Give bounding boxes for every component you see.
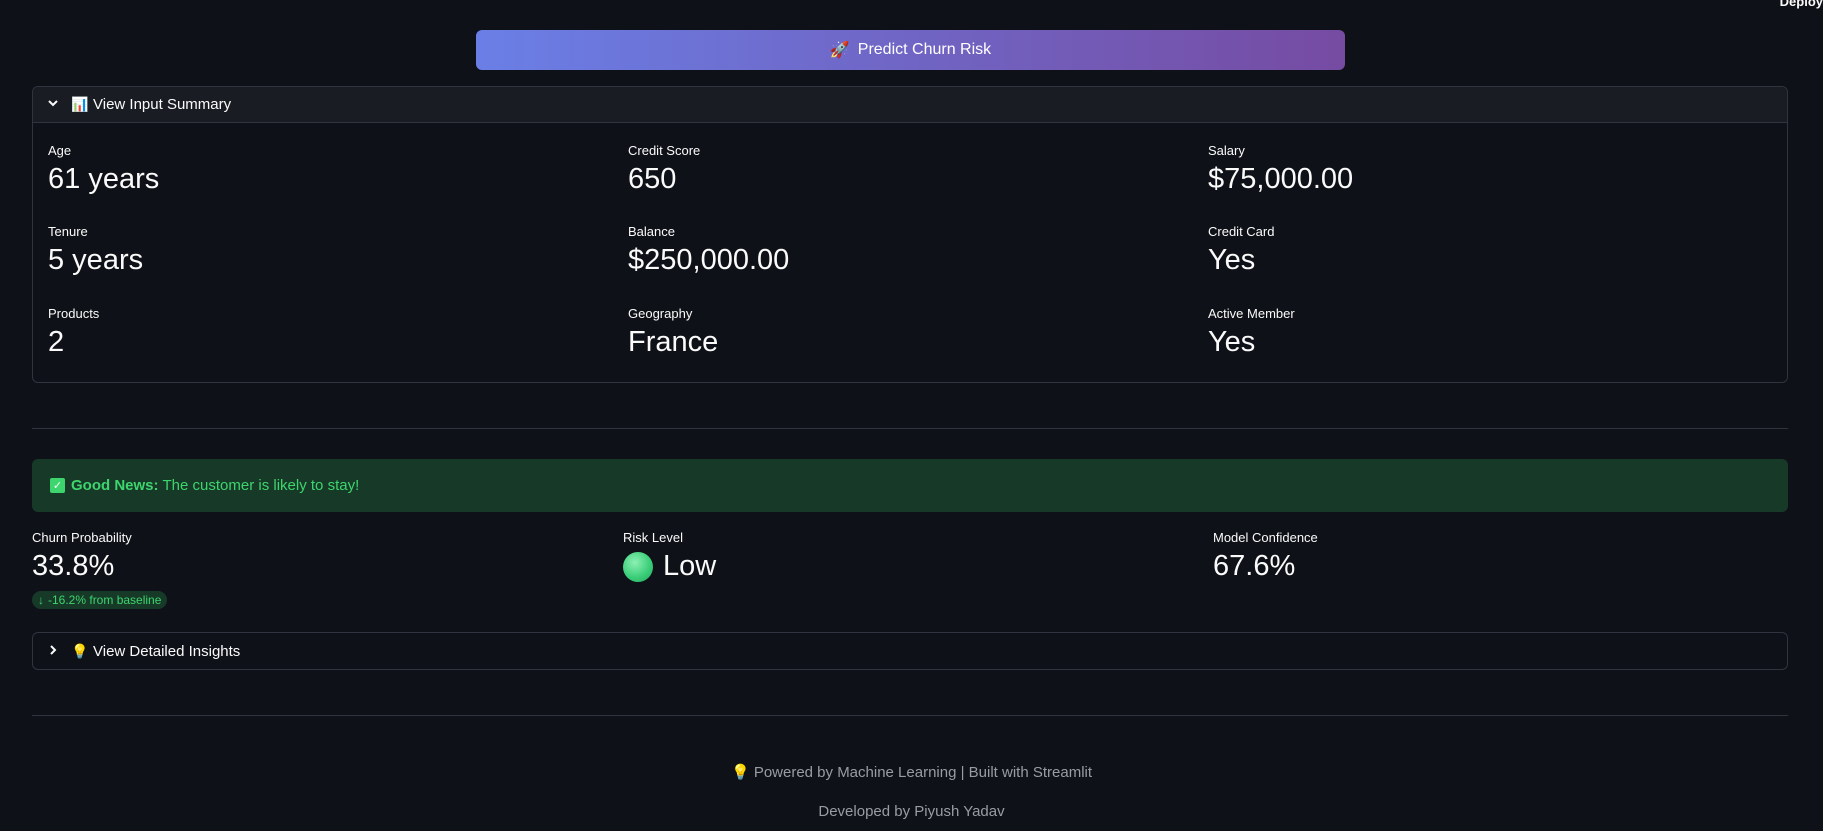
chevron-right-icon bbox=[47, 644, 71, 659]
metric-label: Churn Probability bbox=[32, 530, 132, 545]
metric-value: France bbox=[628, 326, 719, 358]
metric-label: Geography bbox=[628, 306, 693, 321]
metric-risk-level: Risk Level Low bbox=[623, 530, 716, 583]
metric-label: Risk Level bbox=[623, 530, 683, 545]
rocket-icon: 🚀 bbox=[829, 42, 850, 59]
metric-balance: Balance $250,000.00 bbox=[628, 224, 789, 277]
input-summary-header[interactable]: 📊 View Input Summary bbox=[33, 87, 1787, 123]
metric-age: Age 61 years bbox=[48, 143, 159, 196]
alert-bold: Good News: bbox=[71, 477, 159, 494]
metric-active-member: Active Member Yes bbox=[1208, 306, 1295, 359]
metric-label: Age bbox=[48, 143, 72, 158]
metric-value: 650 bbox=[628, 163, 677, 195]
chevron-down-icon bbox=[47, 97, 71, 112]
metric-model-confidence: Model Confidence 67.6% bbox=[1213, 530, 1318, 583]
footer-developer: Developed by Piyush Yadav bbox=[818, 803, 1005, 820]
app-page: Deploy 🚀 Predict Churn Risk 📊 View Input… bbox=[0, 0, 1823, 831]
predict-button-label: Predict Churn Risk bbox=[857, 41, 992, 58]
metric-salary: Salary $75,000.00 bbox=[1208, 143, 1353, 196]
risk-value: Low bbox=[663, 550, 717, 582]
metric-label: Balance bbox=[628, 224, 675, 239]
metric-label: Products bbox=[48, 306, 100, 321]
metric-geography: Geography France bbox=[628, 306, 718, 359]
metric-label: Credit Card bbox=[1208, 224, 1275, 239]
metric-value: $250,000.00 bbox=[628, 244, 790, 276]
lightbulb-icon: 💡 bbox=[730, 764, 750, 781]
divider bbox=[32, 715, 1788, 716]
alert-message: The customer is likely to stay! bbox=[162, 477, 360, 494]
metric-label: Model Confidence bbox=[1213, 530, 1318, 545]
metric-value: Low bbox=[623, 549, 716, 583]
metric-label: Credit Score bbox=[628, 143, 701, 158]
metric-value: 33.8% bbox=[32, 550, 115, 582]
lightbulb-icon: 💡 bbox=[71, 642, 89, 659]
detailed-insights-expander[interactable]: 💡 View Detailed Insights bbox=[32, 632, 1788, 670]
divider bbox=[32, 428, 1788, 429]
bar-chart-icon: 📊 bbox=[71, 96, 89, 112]
metric-value: 2 bbox=[48, 326, 65, 358]
success-alert: ✓ Good News: The customer is likely to s… bbox=[32, 459, 1788, 512]
input-summary-expander: 📊 View Input Summary Age 61 years Credit… bbox=[32, 86, 1788, 383]
metric-value: Yes bbox=[1208, 326, 1256, 358]
green-circle-icon bbox=[623, 552, 653, 583]
arrow-down-icon: ↓ bbox=[38, 593, 44, 607]
footer-powered-text: Powered by Machine Learning | Built with… bbox=[753, 764, 1093, 781]
input-summary-title: View Input Summary bbox=[93, 96, 232, 113]
metric-value: $75,000.00 bbox=[1208, 163, 1354, 195]
metric-credit-score: Credit Score 650 bbox=[628, 143, 700, 196]
metric-tenure: Tenure 5 years bbox=[48, 224, 143, 277]
deploy-button[interactable]: Deploy bbox=[1780, 0, 1823, 9]
metric-value: 61 years bbox=[48, 163, 160, 195]
detailed-insights-header[interactable]: 💡 View Detailed Insights bbox=[33, 633, 1787, 669]
metric-churn-probability: Churn Probability 33.8% ↓ -16.2% from ba… bbox=[32, 530, 168, 609]
detailed-insights-title: View Detailed Insights bbox=[93, 642, 241, 660]
delta-badge: ↓ -16.2% from baseline bbox=[32, 591, 168, 609]
metric-credit-card: Credit Card Yes bbox=[1208, 224, 1274, 277]
metric-label: Salary bbox=[1208, 143, 1245, 158]
delta-text: -16.2% from baseline bbox=[48, 593, 162, 607]
check-icon: ✓ bbox=[50, 478, 65, 493]
metric-products: Products 2 bbox=[48, 306, 99, 359]
metric-label: Active Member bbox=[1208, 306, 1295, 321]
metric-label: Tenure bbox=[48, 224, 88, 239]
metric-value: 5 years bbox=[48, 244, 144, 276]
metric-value: Yes bbox=[1208, 244, 1256, 276]
predict-churn-button[interactable]: 🚀 Predict Churn Risk bbox=[476, 30, 1345, 70]
footer-powered: 💡 Powered by Machine Learning | Built wi… bbox=[0, 763, 1823, 781]
metric-value: 67.6% bbox=[1213, 550, 1296, 582]
